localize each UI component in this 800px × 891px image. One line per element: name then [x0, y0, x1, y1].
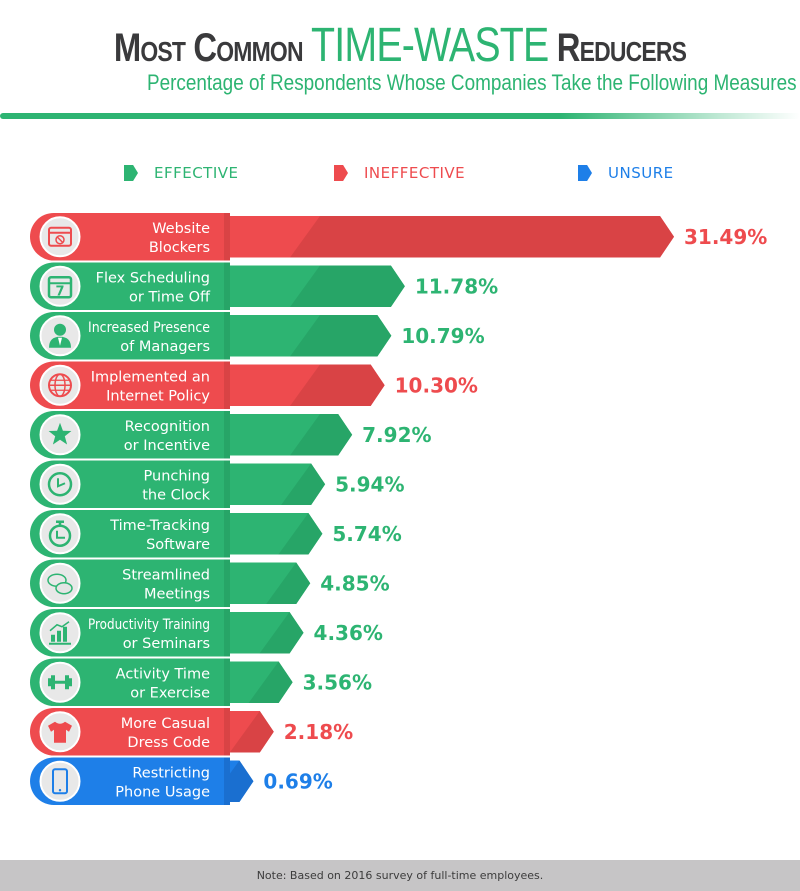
value-label: 2.18% — [284, 720, 353, 744]
bar-label-line1: Activity Time — [116, 666, 210, 682]
bar-row-3: Implemented an Internet Policy 10.30% — [30, 361, 478, 409]
tab-edge — [224, 559, 230, 607]
value-label: 10.79% — [401, 324, 484, 348]
bar-label-line2: or Time Off — [129, 289, 211, 305]
bar-label-line1: Punching — [144, 468, 210, 484]
footer-note: Note: Based on 2016 survey of full-time … — [0, 860, 800, 891]
bar-row-7: Streamlined Meetings 4.85% — [30, 559, 390, 607]
tab-edge — [224, 609, 230, 657]
bar-label-line2: or Incentive — [124, 438, 210, 454]
tab-edge — [224, 262, 230, 310]
bar-label-line1: Flex Scheduling — [96, 270, 210, 286]
value-label: 11.78% — [415, 274, 498, 298]
value-label: 10.30% — [395, 373, 478, 397]
bar-row-9: Activity Time or Exercise 3.56% — [30, 658, 372, 706]
value-label: 5.94% — [335, 472, 404, 496]
bar-row-8: Productivity Training or Seminars 4.36% — [30, 609, 383, 657]
tab-edge — [224, 411, 230, 459]
value-label: 0.69% — [263, 769, 332, 793]
bar-label-line2: Dress Code — [127, 735, 210, 751]
bar-label-line2: Software — [146, 537, 210, 553]
value-label: 3.56% — [303, 670, 372, 694]
bar-row-10: More Casual Dress Code 2.18% — [30, 708, 353, 756]
tab-edge — [224, 510, 230, 558]
svg-text:7: 7 — [55, 284, 64, 299]
bar-label-line2: Phone Usage — [115, 784, 210, 800]
bar-label-line1: Time-Tracking — [109, 518, 210, 534]
bar-label-line1: Increased Presence — [88, 320, 210, 336]
value-label: 4.36% — [314, 621, 383, 645]
tab-edge — [224, 312, 230, 360]
tab-edge — [224, 708, 230, 756]
tab-edge — [224, 757, 230, 805]
tab-edge — [224, 460, 230, 508]
bar-label-line2: of Managers — [120, 339, 210, 355]
bar-shade — [290, 216, 674, 258]
bar-row-1: 7 Flex Scheduling or Time Off 11.78% — [30, 262, 498, 310]
bar-label-line1: Implemented an — [91, 369, 210, 385]
bar-label-line2: Blockers — [149, 240, 210, 256]
bar-row-2: Increased Presence of Managers 10.79% — [30, 312, 485, 360]
bar-label-line2: or Seminars — [123, 636, 210, 652]
bar-label-line1: Website — [152, 221, 210, 237]
bar-label-line1: Restricting — [132, 765, 210, 781]
bar-row-6: Time-Tracking Software 5.74% — [30, 510, 402, 558]
icon-circle — [39, 513, 81, 555]
value-label: 5.74% — [332, 522, 401, 546]
bar-row-4: Recognition or Incentive 7.92% — [30, 411, 432, 459]
bar-chart: Website Blockers 31.49% 7 Flex Scheduling or … — [30, 213, 767, 805]
bar-label-line1: Streamlined — [122, 567, 210, 583]
bar-row-11: Restricting Phone Usage 0.69% — [30, 757, 333, 805]
bar-row-0: Website Blockers 31.49% — [30, 213, 767, 261]
bar-label-line2: or Exercise — [130, 685, 210, 701]
icon-circle — [39, 463, 81, 505]
bar-label-line2: Internet Policy — [106, 388, 210, 404]
bar-label-line1: More Casual — [121, 716, 210, 732]
bar-row-5: Punching the Clock 5.94% — [30, 460, 405, 508]
tab-edge — [224, 361, 230, 409]
tab-edge — [224, 658, 230, 706]
icon-circle — [39, 216, 81, 258]
bar-label-line1: Productivity Training — [88, 617, 210, 633]
value-label: 31.49% — [684, 225, 767, 249]
bar-label-line1: Recognition — [125, 419, 210, 435]
value-label: 7.92% — [362, 423, 431, 447]
bar-label-line2: Meetings — [144, 586, 210, 602]
tab-edge — [224, 213, 230, 261]
icon-circle — [39, 760, 81, 802]
value-label: 4.85% — [320, 571, 389, 595]
bar-label-line2: the Clock — [142, 487, 210, 503]
